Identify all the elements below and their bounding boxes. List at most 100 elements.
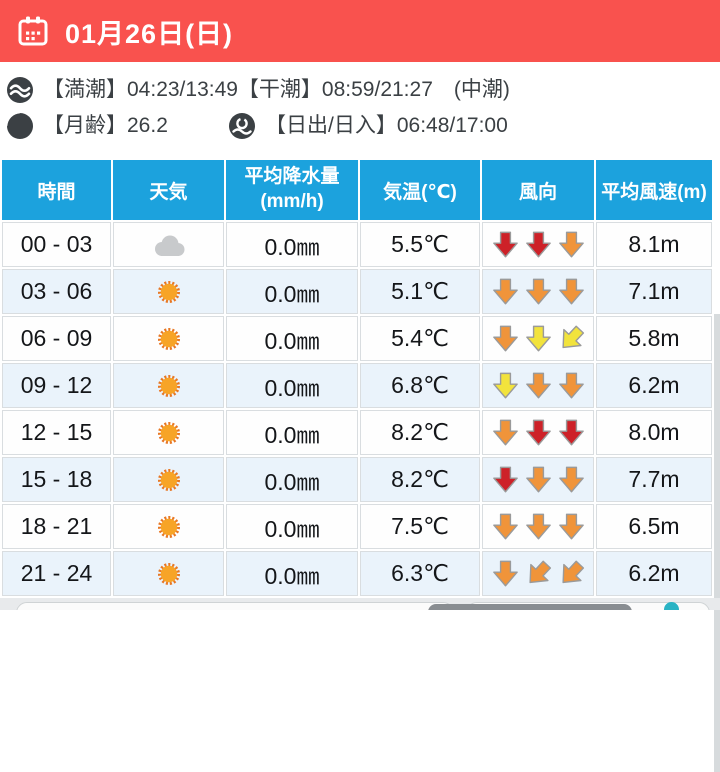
wind-speed-cell: 6.2m — [596, 551, 712, 596]
temperature-cell: 7.5℃ — [360, 504, 480, 549]
tide-wave-icon — [6, 76, 34, 104]
weather-cell — [113, 222, 224, 267]
temperature-cell: 5.5℃ — [360, 222, 480, 267]
almanac-panel: 【満潮】04:23/13:49【干潮】08:59/21:27 (中潮) 【月齢】… — [0, 62, 720, 158]
sunny-icon — [157, 374, 180, 397]
time-range-cell: 03 - 06 — [2, 269, 111, 314]
wind-speed-cell: 6.5m — [596, 504, 712, 549]
temperature-cell: 5.4℃ — [360, 316, 480, 361]
wind-direction-cell — [482, 222, 594, 267]
partial-scrollbar-thumb[interactable] — [428, 604, 632, 610]
wind-arrow-south-icon — [525, 419, 551, 446]
precipitation-cell: 0.0㎜ — [226, 504, 358, 549]
wind-arrow-southwest-icon — [561, 560, 584, 584]
wind-arrow-south-icon — [525, 513, 551, 540]
precipitation-cell: 0.0㎜ — [226, 363, 358, 408]
weather-cell — [113, 504, 224, 549]
sunrise-sunset-times: 【日出/日入】06:48/17:00 — [265, 114, 508, 137]
tide-row: 【満潮】04:23/13:49【干潮】08:59/21:27 (中潮) — [6, 75, 712, 105]
wind-speed-cell: 8.1m — [596, 222, 712, 267]
time-range-cell: 06 - 09 — [2, 316, 111, 361]
wind-speed-cell: 8.0m — [596, 410, 712, 455]
calendar-icon — [16, 14, 50, 48]
wind-direction-cell — [482, 504, 594, 549]
wind-arrow-south-icon — [492, 325, 518, 352]
wind-speed-cell: 6.2m — [596, 363, 712, 408]
time-range-cell: 15 - 18 — [2, 457, 111, 502]
wind-arrow-southwest-icon — [561, 325, 584, 349]
forecast-row: 12 - 15 0.0㎜ 8.2℃ 8.0m — [2, 410, 712, 455]
temperature-cell: 5.1℃ — [360, 269, 480, 314]
sunny-icon — [157, 562, 180, 585]
temperature-cell: 8.2℃ — [360, 410, 480, 455]
wind-direction-cell — [482, 269, 594, 314]
temperature-cell: 8.2℃ — [360, 457, 480, 502]
precipitation-cell: 0.0㎜ — [226, 316, 358, 361]
right-gutter — [714, 314, 720, 772]
weather-forecast-page: 01月26日(日) 【満潮】04:23/13:49【干潮】08:59/21:27… — [0, 0, 720, 772]
sunny-icon — [157, 327, 180, 350]
partial-button-left[interactable] — [16, 602, 454, 610]
temperature-cell: 6.8℃ — [360, 363, 480, 408]
temperature-cell: 6.3℃ — [360, 551, 480, 596]
time-range-cell: 18 - 21 — [2, 504, 111, 549]
weather-cell — [113, 269, 224, 314]
wind-arrow-south-icon — [558, 278, 584, 305]
forecast-row: 00 - 03 0.0㎜ 5.5℃ 8.1m — [2, 222, 712, 267]
wind-arrow-south-icon — [558, 372, 584, 399]
wind-arrow-south-icon — [492, 278, 518, 305]
cloudy-icon — [154, 235, 184, 256]
wind-arrow-south-icon — [492, 372, 518, 399]
wind-arrow-south-icon — [525, 372, 551, 399]
forecast-row: 21 - 24 0.0㎜ 6.3℃ 6.2m — [2, 551, 712, 596]
precipitation-cell: 0.0㎜ — [226, 410, 358, 455]
moon-sun-row: 【月齢】26.2 【日出/日入】06:48/17:00 — [6, 111, 712, 141]
col-header-wind-speed: 平均風速(m) — [596, 160, 712, 220]
wind-arrow-south-icon — [558, 231, 584, 258]
precipitation-cell: 0.0㎜ — [226, 457, 358, 502]
precipitation-cell: 0.0㎜ — [226, 269, 358, 314]
wind-direction-cell — [482, 410, 594, 455]
wind-direction-cell — [482, 363, 594, 408]
weather-cell — [113, 551, 224, 596]
precipitation-cell: 0.0㎜ — [226, 551, 358, 596]
forecast-row: 09 - 12 0.0㎜ 6.8℃ 6.2m — [2, 363, 712, 408]
sunrise-sunset-icon — [228, 112, 256, 140]
moon-age-icon — [6, 112, 34, 140]
cutoff-footer — [0, 598, 720, 610]
col-header-wind-direction: 風向 — [482, 160, 594, 220]
col-header-precipitation: 平均降水量 (mm/h) — [226, 160, 358, 220]
time-range-cell: 00 - 03 — [2, 222, 111, 267]
wind-speed-cell: 7.1m — [596, 269, 712, 314]
wind-direction-cell — [482, 316, 594, 361]
time-range-cell: 21 - 24 — [2, 551, 111, 596]
wind-arrow-south-icon — [492, 419, 518, 446]
table-header-row: 時間 天気 平均降水量 (mm/h) 気温(℃) 風向 平均風速(m) — [2, 160, 712, 220]
forecast-table-wrap: 時間 天気 平均降水量 (mm/h) 気温(℃) 風向 平均風速(m) 00 -… — [0, 158, 720, 772]
sunny-icon — [157, 515, 180, 538]
weather-cell — [113, 457, 224, 502]
sunny-icon — [157, 468, 180, 491]
date-header: 01月26日(日) — [0, 0, 720, 62]
forecast-table: 時間 天気 平均降水量 (mm/h) 気温(℃) 風向 平均風速(m) 00 -… — [0, 158, 714, 598]
sunny-icon — [157, 280, 180, 303]
wind-speed-cell: 5.8m — [596, 316, 712, 361]
precipitation-cell: 0.0㎜ — [226, 222, 358, 267]
weather-cell — [113, 316, 224, 361]
weather-cell — [113, 363, 224, 408]
wind-arrow-south-icon — [525, 466, 551, 493]
col-header-weather: 天気 — [113, 160, 224, 220]
wind-arrow-south-icon — [558, 513, 584, 540]
col-header-temperature: 気温(℃) — [360, 160, 480, 220]
wind-arrow-south-icon — [525, 278, 551, 305]
wind-arrow-south-icon — [492, 466, 518, 493]
wind-arrow-south-icon — [558, 466, 584, 493]
wind-direction-cell — [482, 551, 594, 596]
weather-cell — [113, 410, 224, 455]
wind-speed-cell: 7.7m — [596, 457, 712, 502]
forecast-row: 15 - 18 0.0㎜ 8.2℃ 7.7m — [2, 457, 712, 502]
partial-status-dot — [664, 602, 679, 610]
forecast-row: 03 - 06 0.0㎜ 5.1℃ 7.1m — [2, 269, 712, 314]
wind-direction-cell — [482, 457, 594, 502]
wind-arrow-south-icon — [525, 231, 551, 258]
